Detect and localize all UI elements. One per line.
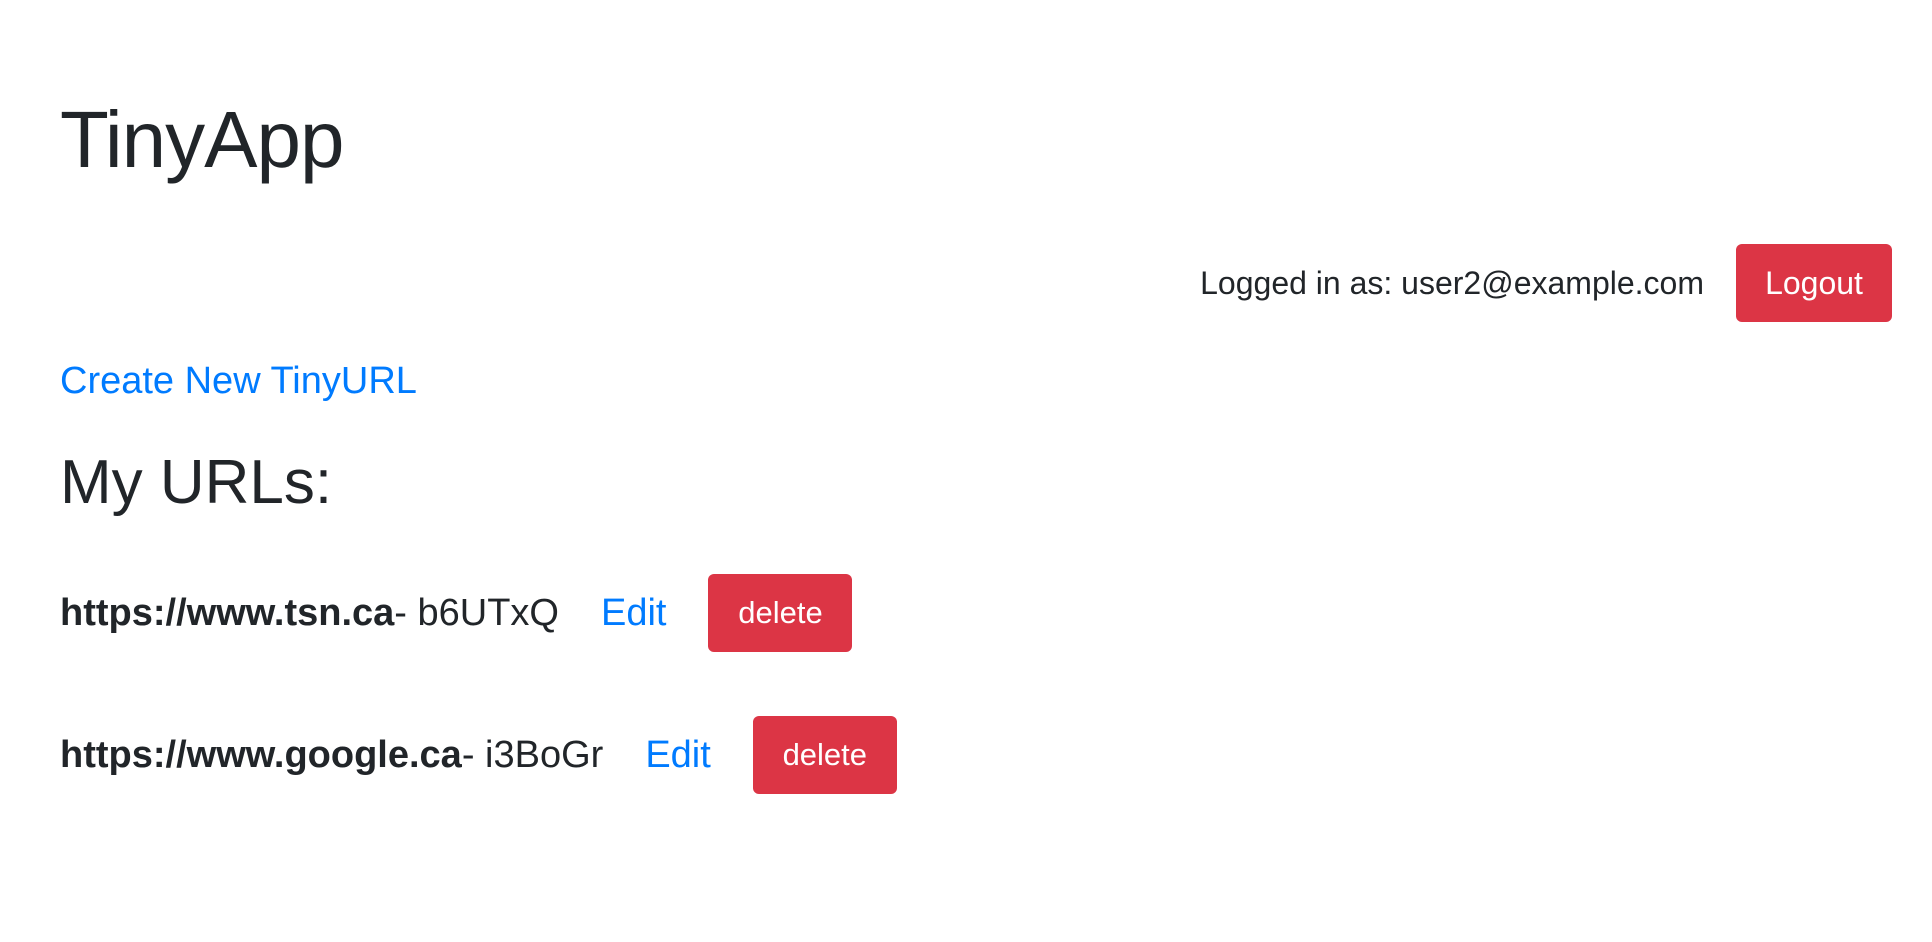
long-url: https://www.google.ca <box>60 733 462 776</box>
delete-button[interactable]: delete <box>708 574 853 652</box>
delete-button[interactable]: delete <box>752 716 897 794</box>
url-row: https://www.tsn.ca - b6UTxQ Edit delete <box>60 574 853 652</box>
logged-in-text: Logged in as: user2@example.com <box>1200 264 1704 301</box>
long-url: https://www.tsn.ca <box>60 591 395 634</box>
login-bar: Logged in as: user2@example.com Logout <box>1200 244 1892 322</box>
my-urls-title: My URLs: <box>60 448 333 517</box>
page: TinyApp Logged in as: user2@example.com … <box>0 0 1932 942</box>
logout-button[interactable]: Logout <box>1736 244 1892 322</box>
app-title: TinyApp <box>60 95 345 184</box>
edit-link[interactable]: Edit <box>601 592 666 635</box>
create-new-tinyurl-link[interactable]: Create New TinyURL <box>60 362 417 400</box>
short-url-id: - i3BoGr <box>461 733 604 776</box>
edit-link[interactable]: Edit <box>645 734 710 777</box>
short-url-id: - b6UTxQ <box>394 591 559 634</box>
url-row: https://www.google.ca - i3BoGr Edit dele… <box>60 716 897 794</box>
